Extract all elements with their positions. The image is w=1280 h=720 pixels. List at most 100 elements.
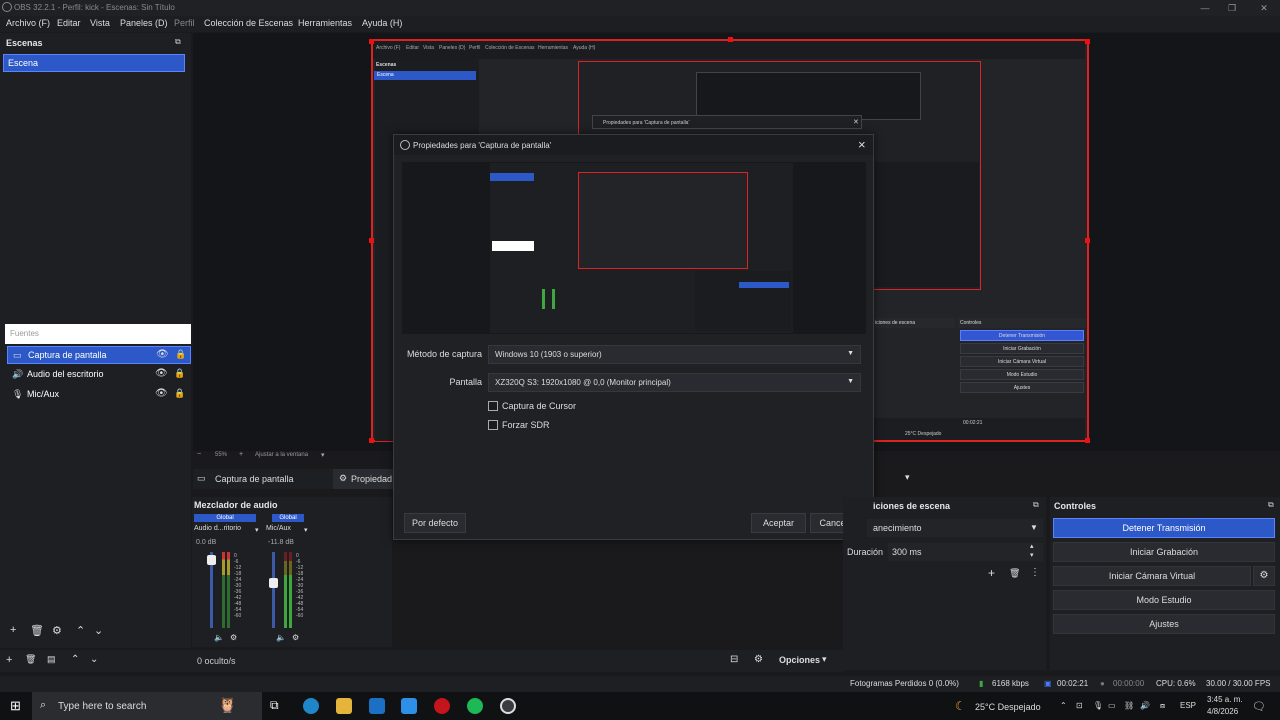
display-icon[interactable]: ▭ xyxy=(1108,701,1116,710)
task-view-icon[interactable]: ⧉ xyxy=(270,698,279,713)
menu-herramientas[interactable]: Herramientas xyxy=(298,18,352,28)
close-icon[interactable]: × xyxy=(858,137,866,152)
menu-coleccion[interactable]: Colección de Escenas xyxy=(204,18,293,28)
scene-item[interactable]: Escena xyxy=(3,54,185,72)
chevron-up-icon[interactable]: ⌃ xyxy=(1060,701,1067,710)
undock-icon[interactable]: ⧉ xyxy=(1033,500,1039,510)
zoom-in-icon[interactable]: + xyxy=(239,451,243,458)
zoom-out-icon[interactable]: − xyxy=(197,451,201,458)
minimize-icon[interactable]: — xyxy=(1198,1,1212,15)
store-icon[interactable] xyxy=(401,698,417,714)
source-item[interactable]: ▭ Captura de pantalla 👁 🔒 xyxy=(7,346,191,364)
menu-paneles[interactable]: Paneles (D) xyxy=(120,18,168,28)
weather-text[interactable]: 25°C Despejado xyxy=(975,702,1041,712)
menu-editar[interactable]: Editar xyxy=(57,18,81,28)
undock-icon[interactable]: ⧉ xyxy=(175,37,181,47)
spotify-icon[interactable] xyxy=(467,698,483,714)
chevron-down-icon[interactable]: ▾ xyxy=(255,526,259,534)
gear-icon[interactable]: ⚙ xyxy=(1253,566,1275,586)
capture-cursor-checkbox[interactable] xyxy=(488,401,498,411)
add-icon[interactable]: + xyxy=(10,624,16,636)
gear-icon[interactable]: ⚙ xyxy=(754,654,763,665)
fit-window-option[interactable]: Ajustar a la ventana xyxy=(255,452,308,458)
link-icon[interactable]: ⛓ xyxy=(1124,701,1134,710)
source-item[interactable]: 🔊 Audio del escritorio 👁 🔒 xyxy=(7,366,191,384)
trash-icon[interactable]: 🗑 xyxy=(25,654,36,665)
transition-select[interactable]: anecimiento ▼ xyxy=(867,519,1043,537)
volume-slider-track[interactable] xyxy=(272,552,275,628)
resize-handle[interactable] xyxy=(369,39,374,44)
arrow-up-icon[interactable]: ⌃ xyxy=(71,654,79,665)
resize-handle[interactable] xyxy=(1085,238,1090,243)
volume-slider-handle[interactable] xyxy=(269,578,278,588)
chevron-down-icon[interactable]: ▾ xyxy=(905,472,910,483)
arrow-down-icon[interactable]: ⌄ xyxy=(90,654,98,665)
lock-icon[interactable]: 🔒 xyxy=(175,349,186,360)
chevron-down-icon[interactable]: ▾ xyxy=(1030,551,1034,559)
clock-time[interactable]: 3:45 a. m. xyxy=(1207,695,1243,704)
add-icon[interactable]: + xyxy=(988,566,995,580)
security-icon[interactable]: ⧈ xyxy=(1160,701,1165,711)
lock-icon[interactable]: 🔒 xyxy=(174,368,185,379)
duration-input[interactable]: 300 ms ▴ ▾ xyxy=(888,543,1043,561)
resize-handle[interactable] xyxy=(369,438,374,443)
chevron-up-icon[interactable]: ▴ xyxy=(1030,542,1034,550)
clock-date[interactable]: 4/8/2026 xyxy=(1207,707,1238,716)
stop-streaming-button[interactable]: Detener Transmisión xyxy=(1053,518,1275,538)
mail-icon[interactable] xyxy=(369,698,385,714)
menu-vista[interactable]: Vista xyxy=(90,18,110,28)
filter-icon[interactable]: ▤ xyxy=(47,654,56,665)
studio-mode-button[interactable]: Modo Estudio xyxy=(1053,590,1275,610)
file-explorer-icon[interactable] xyxy=(336,698,352,714)
opera-icon[interactable] xyxy=(434,698,450,714)
settings-icon[interactable]: ⚙ xyxy=(230,633,237,642)
gear-icon[interactable]: ⚙ xyxy=(52,624,62,637)
force-sdr-label[interactable]: Forzar SDR xyxy=(502,420,550,430)
eye-icon[interactable]: 👁 xyxy=(155,368,168,379)
menu-ayuda[interactable]: Ayuda (H) xyxy=(362,18,402,28)
obs-taskbar-icon[interactable] xyxy=(500,698,516,714)
eye-icon[interactable]: 👁 xyxy=(155,388,168,399)
resize-handle[interactable] xyxy=(728,37,733,42)
close-icon[interactable]: ✕ xyxy=(1257,1,1271,15)
settings-icon[interactable]: ⚙ xyxy=(292,633,299,642)
edge-icon[interactable] xyxy=(303,698,319,714)
screen-select[interactable]: XZ320Q S3: 1920x1080 @ 0,0 (Monitor prin… xyxy=(488,373,861,392)
eye-icon[interactable]: 👁 xyxy=(156,349,169,360)
chevron-down-icon[interactable]: ▾ xyxy=(321,451,325,459)
microphone-icon[interactable]: 🎙 xyxy=(1093,701,1103,710)
capture-cursor-label[interactable]: Captura de Cursor xyxy=(502,401,576,411)
arrow-up-icon[interactable]: ⌃ xyxy=(76,624,85,637)
source-item[interactable]: 🎙 Mic/Aux 👁 🔒 xyxy=(7,386,191,404)
force-sdr-checkbox[interactable] xyxy=(488,420,498,430)
trash-icon[interactable]: 🗑 xyxy=(30,624,44,637)
add-icon[interactable]: + xyxy=(6,654,12,666)
options-menu[interactable]: Opciones xyxy=(779,655,820,665)
trash-icon[interactable]: 🗑 xyxy=(1009,568,1020,579)
volume-slider-handle[interactable] xyxy=(207,555,216,565)
settings-button[interactable]: Ajustes xyxy=(1053,614,1275,634)
undock-icon[interactable]: ⧉ xyxy=(1268,500,1274,510)
layout-icon[interactable]: ⊟ xyxy=(730,654,738,665)
accept-button[interactable]: Aceptar xyxy=(751,513,806,533)
menu-archivo[interactable]: Archivo (F) xyxy=(6,18,50,28)
language-indicator[interactable]: ESP xyxy=(1180,701,1196,710)
notifications-icon[interactable]: 🗨 xyxy=(1252,700,1266,713)
maximize-icon[interactable]: ❐ xyxy=(1225,1,1239,15)
capture-method-select[interactable]: Windows 10 (1903 o superior) ▼ xyxy=(488,345,861,364)
start-virtual-camera-button[interactable]: Iniciar Cámara Virtual xyxy=(1053,566,1251,586)
volume-icon[interactable]: 🔊 xyxy=(1140,701,1150,710)
properties-button[interactable]: ⚙ Propiedad xyxy=(333,469,393,489)
resize-handle[interactable] xyxy=(369,238,374,243)
windows-start-icon[interactable]: ⊞ xyxy=(10,698,21,714)
resize-handle[interactable] xyxy=(1085,39,1090,44)
more-icon[interactable]: ⋮ xyxy=(1030,567,1040,578)
speaker-icon[interactable]: 🔈 xyxy=(214,633,224,642)
chevron-down-icon[interactable]: ▾ xyxy=(822,654,827,665)
menu-perfil[interactable]: Perfil xyxy=(174,18,195,28)
start-recording-button[interactable]: Iniciar Grabación xyxy=(1053,542,1275,562)
chevron-down-icon[interactable]: ▾ xyxy=(304,526,308,534)
default-button[interactable]: Por defecto xyxy=(404,513,466,533)
network-icon[interactable]: ⊡ xyxy=(1076,701,1083,710)
resize-handle[interactable] xyxy=(1085,438,1090,443)
